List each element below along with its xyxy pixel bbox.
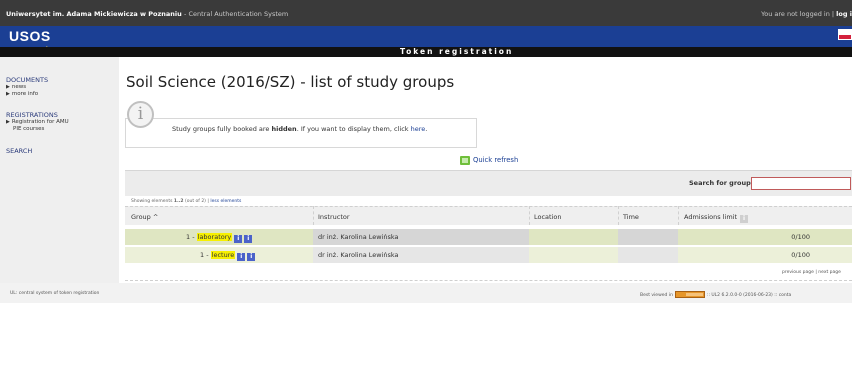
- brand-bar: [0, 26, 852, 47]
- table-row: 1 - lecture i i dr inż. Karolina Lewińska …: [125, 247, 852, 263]
- best-viewed-label: Best viewed in: [640, 293, 673, 298]
- info-icon: i: [127, 101, 154, 128]
- column-header-label: Group: [131, 213, 151, 221]
- info-text-2: . If you want to display them, click: [296, 125, 411, 133]
- column-header-time[interactable]: Time: [623, 213, 639, 221]
- group-number: 1 -: [186, 233, 195, 241]
- page-title: Soil Science (2016/SZ) - list of study g…: [126, 73, 455, 91]
- column-header-instructor[interactable]: Instructor: [318, 213, 350, 221]
- sidebar-section-search[interactable]: SEARCH: [6, 147, 32, 155]
- usos-logo[interactable]: USOS: [9, 28, 51, 44]
- sidebar-item-label: news: [11, 84, 27, 90]
- sidebar-item-pie-courses[interactable]: PIE courses: [13, 126, 44, 132]
- showing-suffix: (out of 2) |: [185, 199, 209, 204]
- showing-range: 1..2: [173, 199, 184, 204]
- info-icon[interactable]: i: [247, 253, 256, 261]
- divider: [125, 280, 852, 281]
- instructor-link[interactable]: dr inż. Karolina Lewińska: [318, 233, 399, 241]
- info-icon[interactable]: i: [244, 235, 253, 243]
- group-type-link[interactable]: laboratory: [196, 233, 233, 241]
- footer-text: UL: central system of token registration: [10, 291, 100, 296]
- quick-refresh-link[interactable]: Quick refresh: [473, 156, 518, 164]
- admissions-value: 0/100: [791, 251, 810, 259]
- cell-location: [529, 247, 618, 263]
- group-cell-content: 1 - lecture i i: [200, 251, 256, 261]
- banner-title: Token registration: [400, 47, 514, 56]
- column-header-location[interactable]: Location: [534, 213, 562, 221]
- login-status: You are not logged in | log i: [761, 10, 852, 18]
- university-label: Uniwersytet im. Adama Mickiewicza w Pozn…: [6, 10, 182, 18]
- info-text-bold: hidden: [271, 125, 297, 133]
- column-divider: [618, 206, 619, 225]
- search-input[interactable]: [751, 177, 851, 190]
- admissions-value: 0/100: [791, 233, 810, 241]
- column-divider: [678, 206, 679, 225]
- sidebar-section-documents[interactable]: DOCUMENTS: [6, 76, 48, 84]
- info-box: [125, 118, 477, 148]
- polish-flag-icon[interactable]: [838, 29, 852, 40]
- column-header-label: Admissions limit: [684, 213, 738, 221]
- arrow-right-icon: ▶: [6, 91, 10, 97]
- login-link[interactable]: log i: [836, 10, 852, 18]
- info-icon[interactable]: i: [234, 235, 243, 243]
- sidebar-item-news[interactable]: ▶ news: [6, 84, 26, 90]
- login-status-text: You are not logged in |: [761, 10, 835, 18]
- info-text-1: Study groups fully booked are: [172, 125, 272, 133]
- sort-asc-icon: ^: [152, 213, 159, 221]
- cell-time: [618, 247, 678, 263]
- info-text-end: .: [425, 125, 428, 133]
- cell-admissions: [678, 247, 852, 263]
- sidebar-item-more-info[interactable]: ▶ more info: [6, 91, 38, 97]
- arrow-right-icon: ▶: [6, 84, 10, 90]
- group-cell-content: 1 - laboratory i i: [186, 233, 253, 243]
- column-header-group[interactable]: Group ^: [131, 213, 158, 221]
- firefox-badge-icon[interactable]: [674, 291, 705, 298]
- cell-time: [618, 229, 678, 245]
- search-label: Search for group:: [689, 179, 754, 187]
- cell-admissions: [678, 229, 852, 245]
- sidebar-section-registrations[interactable]: REGISTRATIONS: [6, 111, 58, 119]
- table-row: 1 - laboratory i i dr inż. Karolina Lewińs…: [125, 229, 852, 245]
- showing-prefix: Showing elements: [131, 199, 173, 204]
- university-name: Uniwersytet im. Adama Mickiewicza w Pozn…: [6, 10, 288, 18]
- instructor-link[interactable]: dr inż. Karolina Lewińska: [318, 251, 399, 259]
- info-icon[interactable]: i: [237, 253, 246, 261]
- arrow-right-icon: ▶: [6, 119, 10, 125]
- pager[interactable]: previous page | next page: [782, 270, 841, 275]
- sidebar-item-label: more info: [11, 91, 39, 97]
- group-type-link[interactable]: lecture: [210, 251, 236, 259]
- system-label: - Central Authentication System: [184, 10, 289, 18]
- cell-location: [529, 229, 618, 245]
- refresh-icon[interactable]: [460, 156, 470, 165]
- info-message: Study groups fully booked are hidden. If…: [172, 125, 427, 133]
- sidebar-item-registration-amu[interactable]: ▶ Registration for AMU: [6, 119, 69, 125]
- version-label: :: UL2 6.2.0.0-0 (2016-06-23) :: conta: [706, 293, 792, 298]
- info-icon[interactable]: i: [740, 215, 749, 223]
- column-divider: [529, 206, 530, 225]
- show-hidden-link[interactable]: here: [411, 125, 426, 133]
- column-divider: [313, 206, 314, 225]
- showing-elements: Showing elements 1..2 (out of 2) | less …: [131, 199, 241, 204]
- footer-info: Best viewed in:: UL2 6.2.0.0-0 (2016-06-…: [640, 291, 791, 298]
- column-header-admissions[interactable]: Admissions limit i: [684, 213, 749, 223]
- group-number: 1 -: [200, 251, 209, 259]
- less-elements-link[interactable]: less elements: [210, 199, 241, 204]
- sidebar-item-label: Registration for AMU: [11, 119, 69, 125]
